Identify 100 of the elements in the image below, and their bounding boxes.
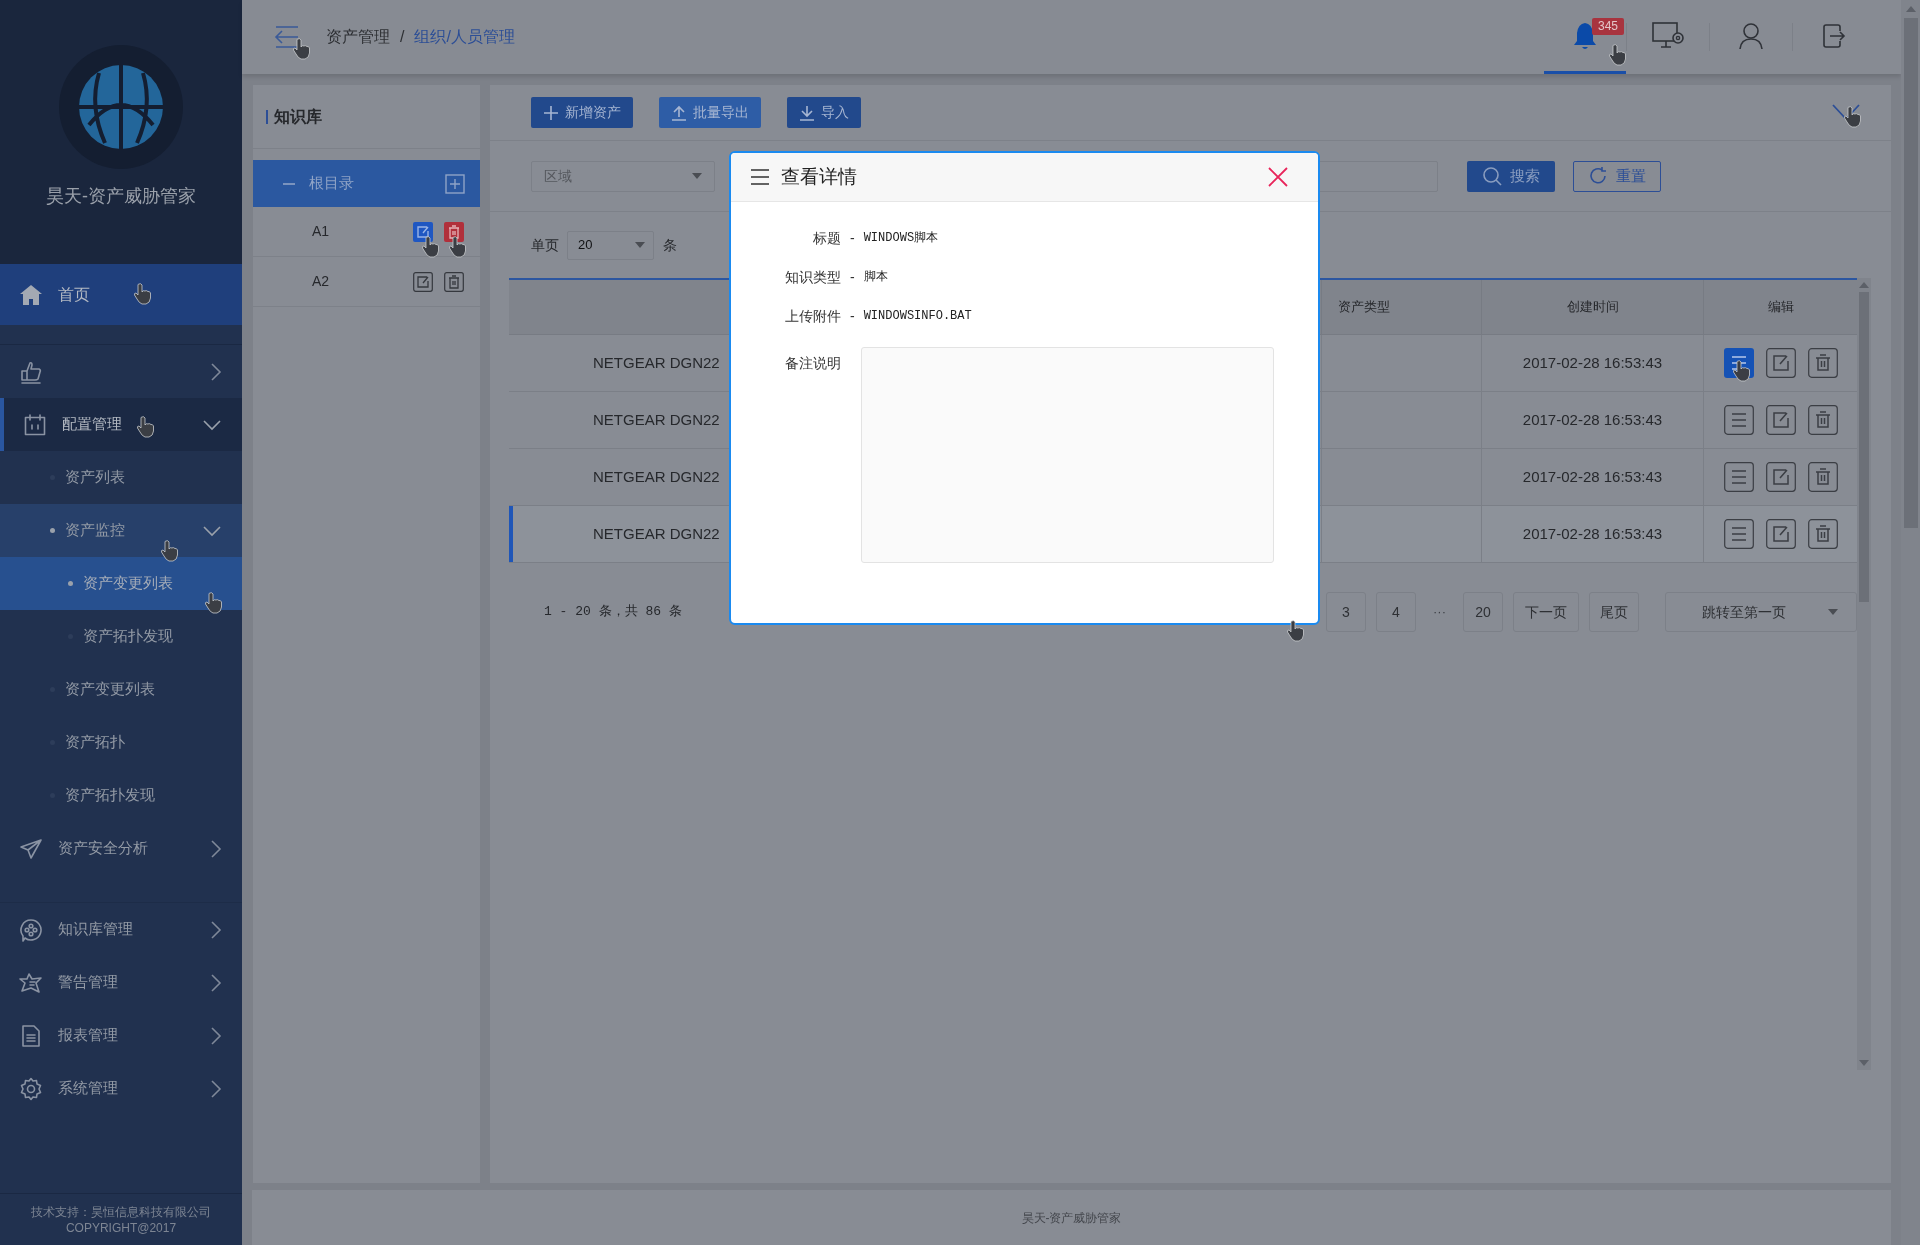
submenu-item[interactable]: 资产拓扑发现 xyxy=(0,610,242,663)
field-value: 脚本 xyxy=(863,269,888,286)
page-button[interactable]: 20 xyxy=(1463,592,1503,632)
edit-icon[interactable] xyxy=(1765,519,1796,549)
toolbar-button[interactable]: 批量导出 xyxy=(659,97,761,128)
reset-button[interactable]: 重置 xyxy=(1573,160,1661,192)
logout-icon[interactable] xyxy=(1822,22,1846,49)
bell-icon[interactable] xyxy=(1572,20,1598,51)
dialog-title: 查看详情 xyxy=(781,164,857,189)
breadcrumb-separator: / xyxy=(400,27,405,47)
table-cell-text: NETGEAR DGN22 xyxy=(593,466,720,487)
upload-icon xyxy=(671,104,687,121)
scroll-up-icon[interactable] xyxy=(1859,282,1869,288)
hand-cursor-icon xyxy=(1843,106,1862,128)
search-icon xyxy=(1482,166,1502,186)
hand-cursor-icon xyxy=(1286,620,1305,642)
brand-name: 昊天-资产威胁管家 xyxy=(46,185,196,208)
edit-icon[interactable] xyxy=(1765,462,1796,492)
search-button[interactable]: 搜索 xyxy=(1467,160,1555,192)
menu-label: 配置管理 xyxy=(62,414,122,435)
select-value: 20 xyxy=(578,236,593,255)
tree-node[interactable]: 根目录 xyxy=(253,160,480,207)
submenu-item[interactable]: 资产监控 xyxy=(0,504,242,557)
column-header: 创建时间 xyxy=(1482,280,1704,334)
field-separator: - xyxy=(850,228,855,248)
table-cell-text: NETGEAR DGN22 xyxy=(593,409,720,430)
plus-icon xyxy=(543,104,559,121)
breadcrumb-link[interactable]: 资产管理 xyxy=(326,25,390,49)
field-label: 备注说明 xyxy=(784,354,841,373)
edit-icon[interactable] xyxy=(1765,405,1796,435)
hand-cursor-icon xyxy=(421,236,440,258)
trash-icon[interactable] xyxy=(1807,405,1838,435)
page-size-select[interactable]: 20 xyxy=(567,230,654,260)
menu-item[interactable]: 知识库管理 xyxy=(0,903,242,956)
field-label: 上传附件 xyxy=(784,306,841,326)
page-button[interactable]: 3 xyxy=(1326,592,1366,632)
chevron-right-icon xyxy=(210,1025,222,1046)
close-icon[interactable] xyxy=(1268,167,1288,187)
menu-item[interactable]: 配置管理 xyxy=(0,398,242,451)
trash-icon[interactable] xyxy=(1807,462,1838,492)
trash-icon[interactable] xyxy=(444,271,464,292)
toolbar-button[interactable]: 新增资产 xyxy=(531,97,633,128)
view-details-icon[interactable] xyxy=(1723,405,1754,435)
download-icon xyxy=(799,104,815,121)
monitor-gear-icon[interactable] xyxy=(1651,20,1685,51)
trash-icon[interactable] xyxy=(1807,348,1838,378)
home-icon xyxy=(19,283,43,306)
refresh-icon xyxy=(1588,166,1608,186)
hand-cursor-icon xyxy=(1608,44,1627,66)
pagination-summary: 1 - 20 条，共 86 条 xyxy=(544,603,682,622)
dropdown-arrow-icon xyxy=(1828,609,1838,615)
edit-icon[interactable] xyxy=(413,271,433,292)
tree-label: A2 xyxy=(312,272,330,291)
submenu-item[interactable]: 资产拓扑 xyxy=(0,716,242,769)
last-page-button[interactable]: 尾页 xyxy=(1589,592,1639,632)
next-page-button[interactable]: 下一页 xyxy=(1513,592,1579,632)
paper-plane-icon xyxy=(19,837,43,860)
jump-select[interactable]: 跳转至第一页 xyxy=(1665,592,1857,632)
field-separator: - xyxy=(850,267,855,287)
view-details-icon[interactable] xyxy=(1723,462,1754,492)
breadcrumb-link[interactable]: 组织/人员管理 xyxy=(414,25,515,49)
menu-label: 资产列表 xyxy=(65,467,125,488)
toolbar-button[interactable]: 导入 xyxy=(787,97,861,128)
calendar-icon xyxy=(24,413,46,436)
menu-item[interactable]: 资产安全分析 xyxy=(0,822,242,875)
edit-icon[interactable] xyxy=(413,221,433,242)
submenu-item[interactable]: 资产拓扑发现 xyxy=(0,769,242,822)
tree-node[interactable]: A2 xyxy=(253,257,480,307)
field-label: 标题 xyxy=(812,228,841,248)
user-icon[interactable] xyxy=(1738,21,1764,50)
scrollbar[interactable] xyxy=(1857,278,1871,1070)
menu-item[interactable]: 首页 xyxy=(0,264,242,325)
tree-label: 根目录 xyxy=(309,173,354,194)
view-details-icon[interactable] xyxy=(1723,519,1754,549)
field-label: 知识类型 xyxy=(784,267,841,287)
table-cell: 2017-02-28 16:53:43 xyxy=(1482,335,1704,391)
field-separator: - xyxy=(850,306,855,326)
menu-icon xyxy=(751,169,769,185)
menu-item[interactable]: 警告管理 xyxy=(0,956,242,1009)
scroll-up-icon[interactable] xyxy=(1906,6,1916,12)
chevron-right-icon xyxy=(210,919,222,940)
submenu-item[interactable]: 资产变更列表 xyxy=(0,663,242,716)
menu-label: 资产变更列表 xyxy=(65,679,155,700)
column-header: 资产类型 xyxy=(1322,280,1482,334)
submenu-item[interactable]: 资产变更列表 xyxy=(0,557,242,610)
edit-icon[interactable] xyxy=(1765,348,1796,378)
chevron-right-icon xyxy=(210,972,222,993)
submenu-item[interactable]: 资产列表 xyxy=(0,451,242,504)
page-button[interactable]: 4 xyxy=(1376,592,1416,632)
chevron-down-icon xyxy=(202,418,222,431)
menu-item[interactable]: 报表管理 xyxy=(0,1009,242,1062)
scroll-down-icon[interactable] xyxy=(1859,1060,1869,1066)
menu-label: 资产拓扑 xyxy=(65,732,125,753)
trash-icon[interactable] xyxy=(1807,519,1838,549)
hand-cursor-icon xyxy=(292,38,311,60)
add-icon[interactable] xyxy=(445,173,465,194)
column-header: 编辑 xyxy=(1766,298,1795,317)
menu-item[interactable]: 系统管理 xyxy=(0,1062,242,1115)
hand-cursor-icon xyxy=(136,416,155,438)
trash-icon[interactable] xyxy=(444,221,464,242)
